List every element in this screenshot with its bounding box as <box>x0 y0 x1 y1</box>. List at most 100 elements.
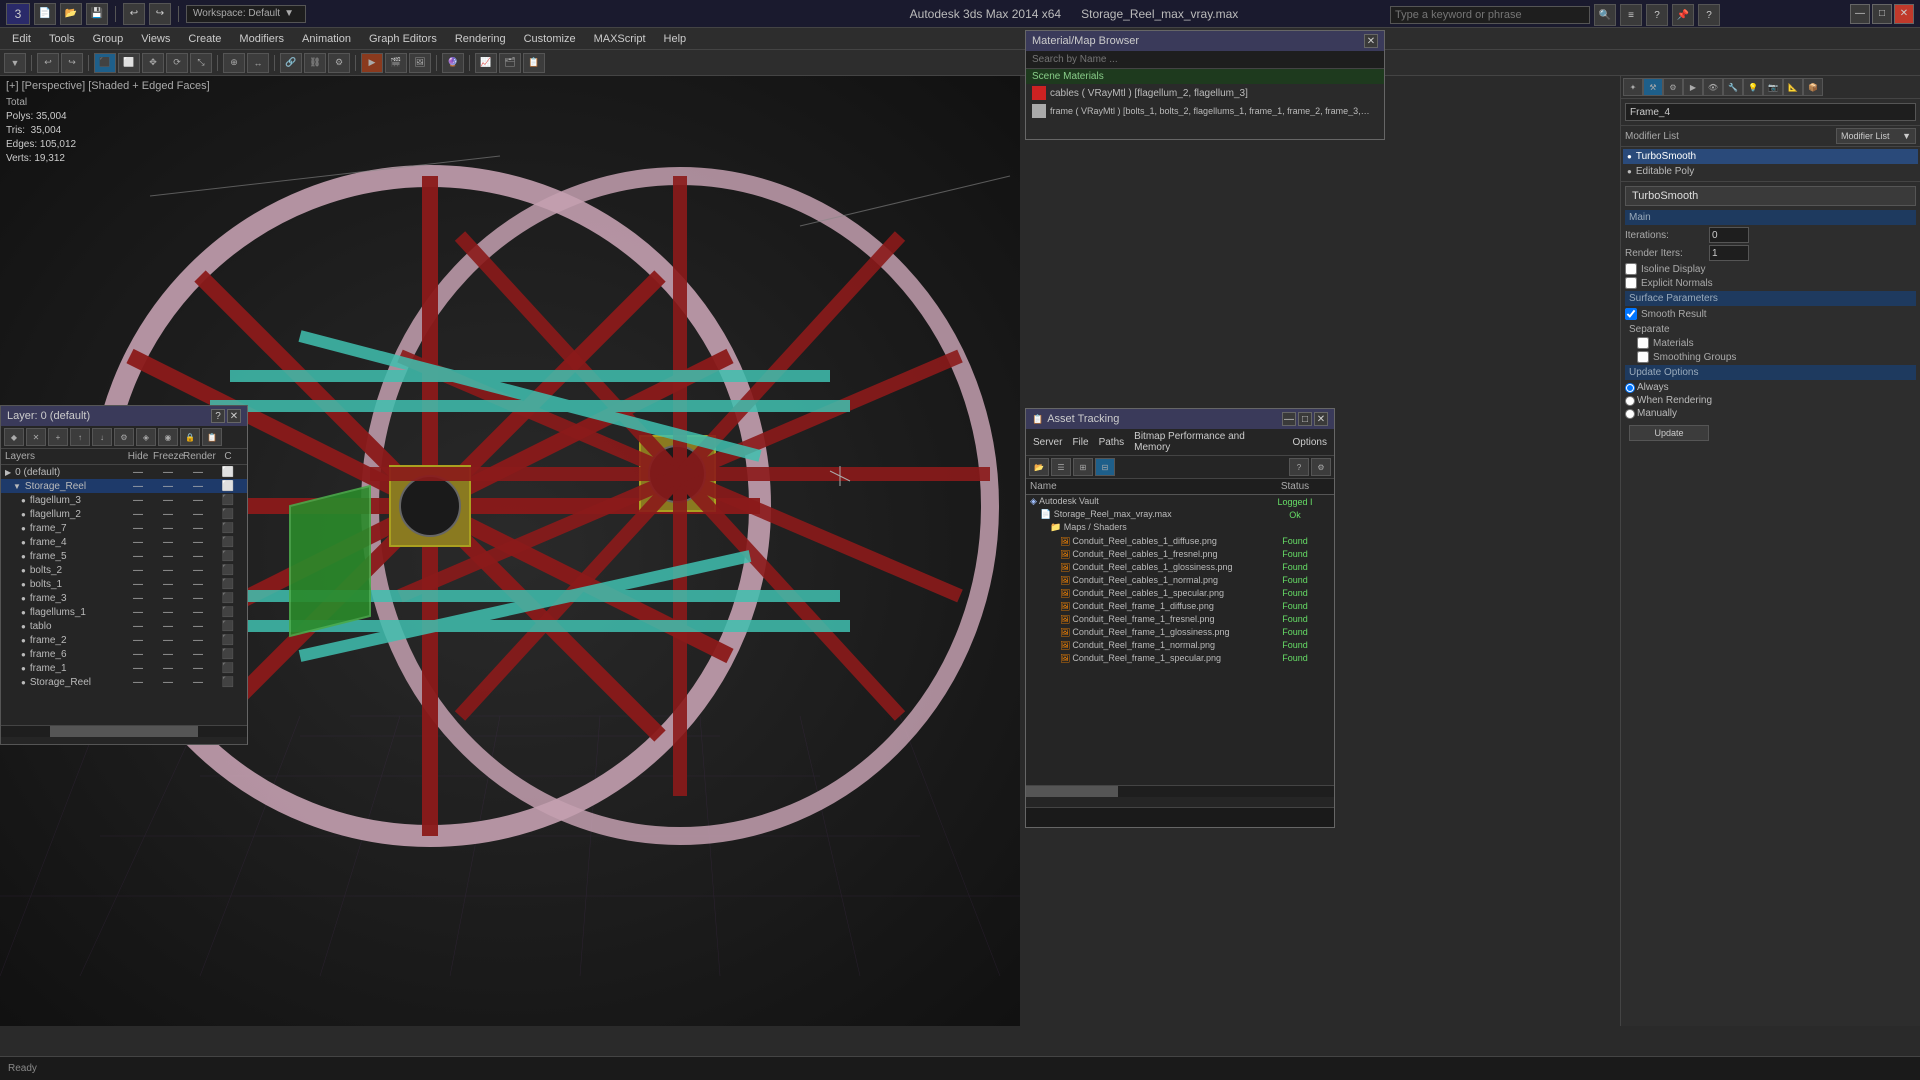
menu-tools[interactable]: Tools <box>41 31 83 47</box>
update-always-radio[interactable] <box>1625 383 1635 393</box>
layers-add-btn[interactable]: + <box>48 428 68 446</box>
update-rendering-radio[interactable] <box>1625 396 1635 406</box>
layers-icon9[interactable]: 🔒 <box>180 428 200 446</box>
tab-motion[interactable]: ▶ <box>1683 78 1703 96</box>
asset-tb-1[interactable]: 📂 <box>1029 458 1049 476</box>
asset-menu-options[interactable]: Options <box>1289 436 1331 449</box>
layer-frame4[interactable]: ● frame_4 — — — ⬛ <box>1 535 247 549</box>
frame-name-input[interactable] <box>1625 103 1916 121</box>
explicit-normals-checkbox[interactable] <box>1625 277 1637 289</box>
menu-group[interactable]: Group <box>85 31 132 47</box>
search-input[interactable] <box>1390 6 1590 24</box>
asset-cables-normal[interactable]: 🖼 Conduit_Reel_cables_1_normal.png Found <box>1026 573 1334 586</box>
asset-vault[interactable]: ◈ Autodesk Vault Logged I <box>1026 495 1334 508</box>
asset-frame-glossiness[interactable]: 🖼 Conduit_Reel_frame_1_glossiness.png Fo… <box>1026 625 1334 638</box>
asset-frame-normal[interactable]: 🖼 Conduit_Reel_frame_1_normal.png Found <box>1026 638 1334 651</box>
mat-item-frame[interactable]: frame ( VRayMtl ) [bolts_1, bolts_2, fla… <box>1026 102 1384 120</box>
search-options-btn[interactable]: ≡ <box>1620 4 1642 26</box>
render-setup-btn[interactable]: 🎬 <box>385 53 407 73</box>
tab-display[interactable]: 👁 <box>1703 78 1723 96</box>
asset-maximize-btn[interactable]: □ <box>1298 412 1312 426</box>
layer-item-default[interactable]: ▶ 0 (default) — — — ⬜ <box>1 465 247 479</box>
smooth-result-checkbox[interactable] <box>1625 308 1637 320</box>
menu-graph-editors[interactable]: Graph Editors <box>361 31 445 47</box>
search-extra-btn[interactable]: ? <box>1646 4 1668 26</box>
asset-cables-glossiness[interactable]: 🖼 Conduit_Reel_cables_1_glossiness.png F… <box>1026 560 1334 573</box>
asset-frame-diffuse[interactable]: 🖼 Conduit_Reel_frame_1_diffuse.png Found <box>1026 599 1334 612</box>
material-editor-btn[interactable]: 🔮 <box>442 53 464 73</box>
mat-search-input[interactable] <box>1026 51 1384 69</box>
layers-icon7[interactable]: ◈ <box>136 428 156 446</box>
asset-tb-2[interactable]: ☰ <box>1051 458 1071 476</box>
mat-browser-close-btn[interactable]: ✕ <box>1364 34 1378 48</box>
schematic-view-btn[interactable]: 🗂 <box>499 53 521 73</box>
menu-edit[interactable]: Edit <box>4 31 39 47</box>
asset-tb-5[interactable]: ⚙ <box>1311 458 1331 476</box>
select-region-btn[interactable]: ⬜ <box>118 53 140 73</box>
asset-menu-server[interactable]: Server <box>1029 436 1066 449</box>
layer-storage-reel2[interactable]: ● Storage_Reel — — — ⬛ <box>1 675 247 689</box>
asset-tb-3[interactable]: ⊞ <box>1073 458 1093 476</box>
unlink-btn[interactable]: ⛓ <box>304 53 326 73</box>
menu-rendering[interactable]: Rendering <box>447 31 514 47</box>
asset-menu-file[interactable]: File <box>1068 436 1092 449</box>
redo-btn[interactable]: ↪ <box>149 3 171 25</box>
asset-frame-fresnel[interactable]: 🖼 Conduit_Reel_frame_1_fresnel.png Found <box>1026 612 1334 625</box>
layer-item-storage-reel[interactable]: ▼ Storage_Reel — — — ⬜ <box>1 479 247 493</box>
select-btn[interactable]: ⬛ <box>94 53 116 73</box>
asset-cables-diffuse[interactable]: 🖼 Conduit_Reel_cables_1_diffuse.png Foun… <box>1026 534 1334 547</box>
layer-tablo[interactable]: ● tablo — — — ⬛ <box>1 619 247 633</box>
menu-views[interactable]: Views <box>133 31 178 47</box>
isoline-checkbox[interactable] <box>1625 263 1637 275</box>
modifier-dropdown[interactable]: Modifier List ▼ <box>1836 128 1916 144</box>
layer-frame5[interactable]: ● frame_5 — — — ⬛ <box>1 549 247 563</box>
layer-frame1[interactable]: ● frame_1 — — — ⬛ <box>1 661 247 675</box>
layers-icon5[interactable]: ↓ <box>92 428 112 446</box>
save-btn[interactable]: 💾 <box>86 3 108 25</box>
layers-icon10[interactable]: 📋 <box>202 428 222 446</box>
smoothing-groups-checkbox[interactable] <box>1637 351 1649 363</box>
workspace-selector[interactable]: Workspace: Default ▼ <box>186 5 306 23</box>
render-btn[interactable]: ▶ <box>361 53 383 73</box>
menu-animation[interactable]: Animation <box>294 31 359 47</box>
layers-icon1[interactable]: ◆ <box>4 428 24 446</box>
render-iters-input[interactable] <box>1709 245 1749 261</box>
maximize-btn[interactable]: □ <box>1872 4 1892 24</box>
layer-frame7[interactable]: ● frame_7 — — — ⬛ <box>1 521 247 535</box>
tab-utilities[interactable]: 🔧 <box>1723 78 1743 96</box>
layer-frame3[interactable]: ● frame_3 — — — ⬛ <box>1 591 247 605</box>
tab-modify[interactable]: ⚒ <box>1643 78 1663 96</box>
layer-flagellums1[interactable]: ● flagellums_1 — — — ⬛ <box>1 605 247 619</box>
menu-help[interactable]: Help <box>656 31 695 47</box>
asset-maps-shaders[interactable]: 📁 Maps / Shaders <box>1026 521 1334 534</box>
open-btn[interactable]: 📂 <box>60 3 82 25</box>
layer-bolts2[interactable]: ● bolts_2 — — — ⬛ <box>1 563 247 577</box>
layer-frame2[interactable]: ● frame_2 — — — ⬛ <box>1 633 247 647</box>
tab-create[interactable]: ✦ <box>1623 78 1643 96</box>
menu-customize[interactable]: Customize <box>516 31 584 47</box>
ref-coord-btn[interactable]: ↔ <box>247 53 269 73</box>
layers-icon8[interactable]: ◉ <box>158 428 178 446</box>
asset-max-file[interactable]: 📄 Storage_Reel_max_vray.max Ok <box>1026 508 1334 521</box>
layers-close-btn[interactable]: ✕ <box>227 409 241 423</box>
bind-btn[interactable]: ⚙ <box>328 53 350 73</box>
asset-minimize-btn[interactable]: — <box>1282 412 1296 426</box>
modifier-turbsmooth[interactable]: ● TurboSmooth <box>1623 149 1918 164</box>
render-frame-btn[interactable]: 🖼 <box>409 53 431 73</box>
tab-extra4[interactable]: 📦 <box>1803 78 1823 96</box>
update-btn[interactable]: Update <box>1629 425 1709 441</box>
redo-tb-btn[interactable]: ↪ <box>61 53 83 73</box>
tab-extra3[interactable]: 📐 <box>1783 78 1803 96</box>
asset-tracking-tb-btn[interactable]: 📋 <box>523 53 545 73</box>
asset-cables-specular[interactable]: 🖼 Conduit_Reel_cables_1_specular.png Fou… <box>1026 586 1334 599</box>
asset-menu-paths[interactable]: Paths <box>1095 436 1129 449</box>
materials-checkbox[interactable] <box>1637 337 1649 349</box>
tab-hierarchy[interactable]: ⚙ <box>1663 78 1683 96</box>
close-btn[interactable]: ✕ <box>1894 4 1914 24</box>
link-btn[interactable]: 🔗 <box>280 53 302 73</box>
layer-flagellum3[interactable]: ● flagellum_3 — — — ⬛ <box>1 493 247 507</box>
asset-tb-4[interactable]: ⊟ <box>1095 458 1115 476</box>
search-btn[interactable]: 🔍 <box>1594 4 1616 26</box>
asset-tb-help[interactable]: ? <box>1289 458 1309 476</box>
menu-create[interactable]: Create <box>180 31 229 47</box>
